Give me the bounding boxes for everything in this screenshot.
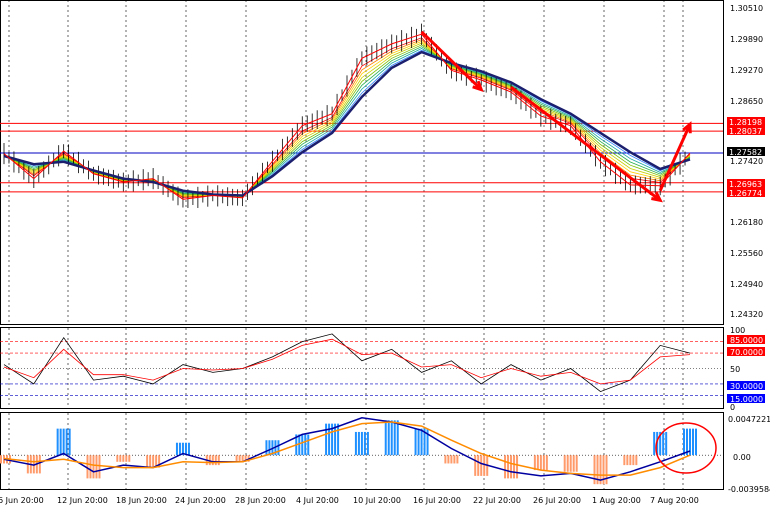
time-label: 1 Aug 20:00 (592, 496, 641, 505)
time-label: 6 Jun 20:00 (0, 496, 44, 505)
time-label: 10 Jul 20:00 (353, 496, 401, 505)
time-label: 22 Jul 20:00 (473, 496, 521, 505)
time-label: 24 Jun 20:00 (175, 496, 226, 505)
time-label: 28 Jun 20:00 (235, 496, 286, 505)
price-tick: 1.29890 (730, 35, 763, 44)
time-label: 26 Jul 20:00 (533, 496, 581, 505)
osc-level-85: 85.0000 (730, 336, 763, 345)
time-label: 4 Jul 20:00 (296, 496, 339, 505)
level-tag-bottom-red: 1.26774 (729, 189, 762, 198)
chart-svg: 1.30510 1.29890 1.29270 1.28650 1.27420 … (0, 0, 770, 510)
macd-tick-top: 0.0047221 (728, 415, 770, 424)
level-tag-top-red: 1.28198 (729, 118, 762, 127)
price-tick: 1.24320 (730, 310, 763, 319)
time-label: 12 Jun 20:00 (57, 496, 108, 505)
forex-chart: 1.30510 1.29890 1.29270 1.28650 1.27420 … (0, 0, 770, 510)
osc-level-70: 70.0000 (730, 348, 763, 357)
osc-level-30: 30.0000 (730, 382, 763, 391)
level-tag-current: 1.27582 (729, 148, 762, 157)
macd-tick-zero: 0.00 (733, 453, 751, 462)
osc-tick-100: 100 (730, 326, 745, 335)
time-label: 16 Jul 20:00 (413, 496, 461, 505)
price-tick: 1.24940 (730, 280, 763, 289)
level-tag-lower-red: 1.26963 (729, 180, 762, 189)
osc-tick-50: 50 (730, 365, 740, 374)
price-tick: 1.26180 (730, 218, 763, 227)
osc-level-15: 15.0000 (730, 395, 763, 404)
time-label: 7 Aug 20:00 (650, 496, 699, 505)
macd-tick-bottom: -0.0039584 (728, 485, 770, 494)
price-tick: 1.29270 (730, 66, 763, 75)
price-tick: 1.30510 (730, 4, 763, 13)
time-label: 18 Jun 20:00 (116, 496, 167, 505)
osc-tick-0: 0 (730, 403, 735, 412)
price-tick: 1.27420 (730, 157, 763, 166)
price-tick: 1.28650 (730, 97, 763, 106)
price-tick: 1.25560 (730, 249, 763, 258)
level-tag-second-red: 1.28037 (729, 127, 762, 136)
